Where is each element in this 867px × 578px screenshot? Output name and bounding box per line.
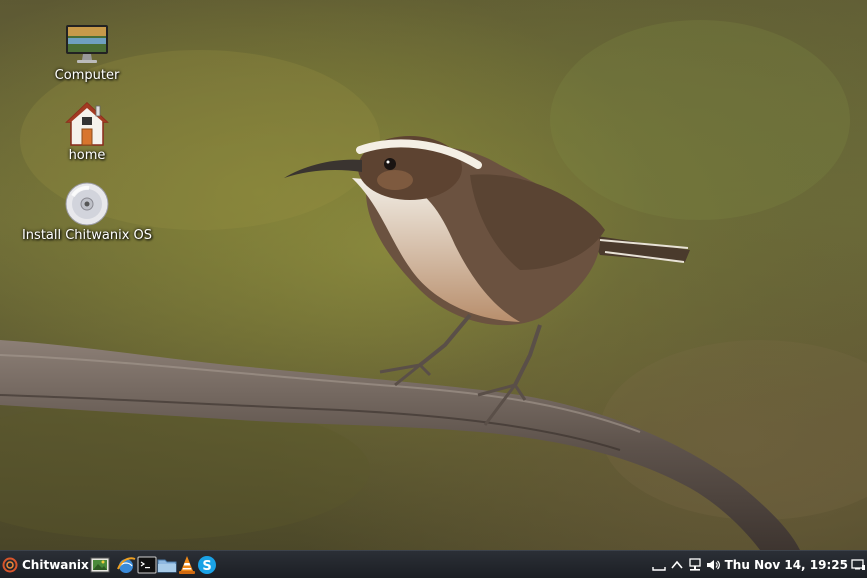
desktop-icon-label: home	[68, 148, 106, 163]
file-manager-folder-icon[interactable]	[157, 555, 177, 575]
taskbar: Chitwanix S Thu Nov 14, 19:25	[0, 550, 867, 578]
desktop-icon-home[interactable]: home	[12, 100, 162, 164]
svg-text:S: S	[202, 559, 211, 574]
desktop-icon-label: Computer	[54, 68, 120, 83]
desktop-icon-install[interactable]: Install Chitwanix OS	[12, 180, 162, 244]
desktop-icon-computer[interactable]: Computer	[12, 20, 162, 84]
show-desktop-icon[interactable]	[850, 557, 866, 573]
show-hidden-chevron-icon[interactable]	[669, 557, 685, 573]
start-menu-button[interactable]: Chitwanix	[2, 554, 89, 576]
keyboard-layout-icon[interactable]	[651, 557, 667, 573]
desktop-icon-label: Install Chitwanix OS	[21, 228, 153, 243]
image-viewer-icon[interactable]	[90, 555, 110, 575]
home-house-icon	[65, 101, 109, 146]
computer-monitor-icon	[66, 25, 108, 63]
vlc-media-player-icon[interactable]	[177, 555, 197, 575]
terminal-icon[interactable]	[137, 555, 157, 575]
network-icon[interactable]	[687, 557, 703, 573]
system-tray: Thu Nov 14, 19:25	[649, 551, 867, 578]
clock[interactable]: Thu Nov 14, 19:25	[725, 558, 848, 572]
start-menu-label: Chitwanix	[22, 558, 89, 572]
skype-icon[interactable]: S	[197, 555, 217, 575]
desktop[interactable]: Computer home Install Chitwanix OS	[0, 0, 867, 550]
chitwanix-logo-icon	[2, 557, 18, 573]
volume-icon[interactable]	[705, 557, 721, 573]
web-browser-icon[interactable]	[116, 555, 136, 575]
disc-cd-icon	[65, 182, 109, 226]
